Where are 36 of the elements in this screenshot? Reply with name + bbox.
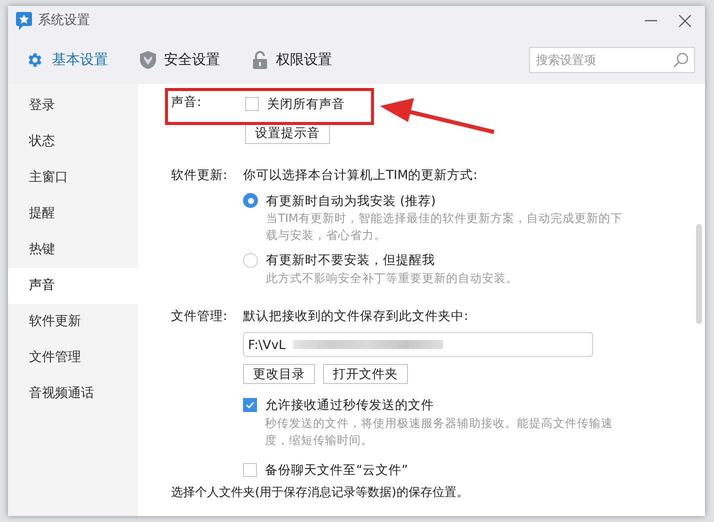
option-description: 秒传发送的文件，将使用极速服务器辅助接收。能提高文件传输速度，缩短传输时间。 [265, 414, 614, 448]
radio-button[interactable] [243, 193, 258, 208]
checkbox-label: 允许接收通过秒传发送的文件 [265, 396, 434, 414]
section-label: 声音: [171, 93, 202, 111]
radio-button[interactable] [243, 253, 258, 268]
radio-label: 有更新时不要安装，但提醒我 [266, 251, 435, 270]
section-intro: 你可以选择本台计算机上TIM的更新方式: [243, 166, 478, 184]
option-description: 当TIM有更新时，智能选择最佳的软件更新方案，自动完成更新的下载与安装，省心省力。 [266, 210, 624, 244]
settings-tab[interactable]: 基本设置 [26, 50, 108, 70]
checkbox[interactable] [243, 398, 257, 412]
section-intro: 默认把接收到的文件保存到此文件夹中: [243, 307, 470, 325]
section-label: 文件管理: [171, 307, 228, 325]
section-label: 软件更新: [171, 166, 228, 184]
footer-text: 选择个人文件夹(用于保存消息记录等数据)的保存位置。 [171, 485, 470, 500]
close-icon[interactable] [679, 15, 691, 27]
radio-label: 有更新时自动为我安装 (推荐) [266, 192, 436, 210]
settings-tab[interactable]: 安全设置 [140, 50, 220, 70]
search-field[interactable]: 搜索设置项 [529, 47, 695, 73]
checkbox-label: 关闭所有声音 [267, 95, 345, 113]
gear-icon [26, 51, 44, 69]
window-title: 系统设置 [38, 12, 90, 30]
check-icon [245, 400, 255, 410]
checkbox[interactable] [243, 462, 257, 477]
minimize-icon[interactable] [645, 20, 657, 22]
checkbox-label: 备份聊天文件至“云文件” [265, 460, 408, 478]
search-icon[interactable] [673, 52, 689, 68]
sidebar-item[interactable]: 声音 [8, 268, 138, 304]
star-app-icon [16, 12, 32, 30]
folder-button[interactable]: 打开文件夹 [323, 364, 408, 384]
folder-button[interactable]: 更改目录 [243, 364, 315, 384]
padlock-icon [252, 51, 268, 69]
shield-icon [140, 51, 156, 69]
checkbox[interactable] [245, 97, 259, 112]
settings-tab[interactable]: 权限设置 [252, 50, 332, 70]
option-description: 此方式不影响安全补丁等重要更新的自动安装。 [266, 270, 519, 287]
path-field[interactable]: F:\VvL [243, 332, 593, 357]
